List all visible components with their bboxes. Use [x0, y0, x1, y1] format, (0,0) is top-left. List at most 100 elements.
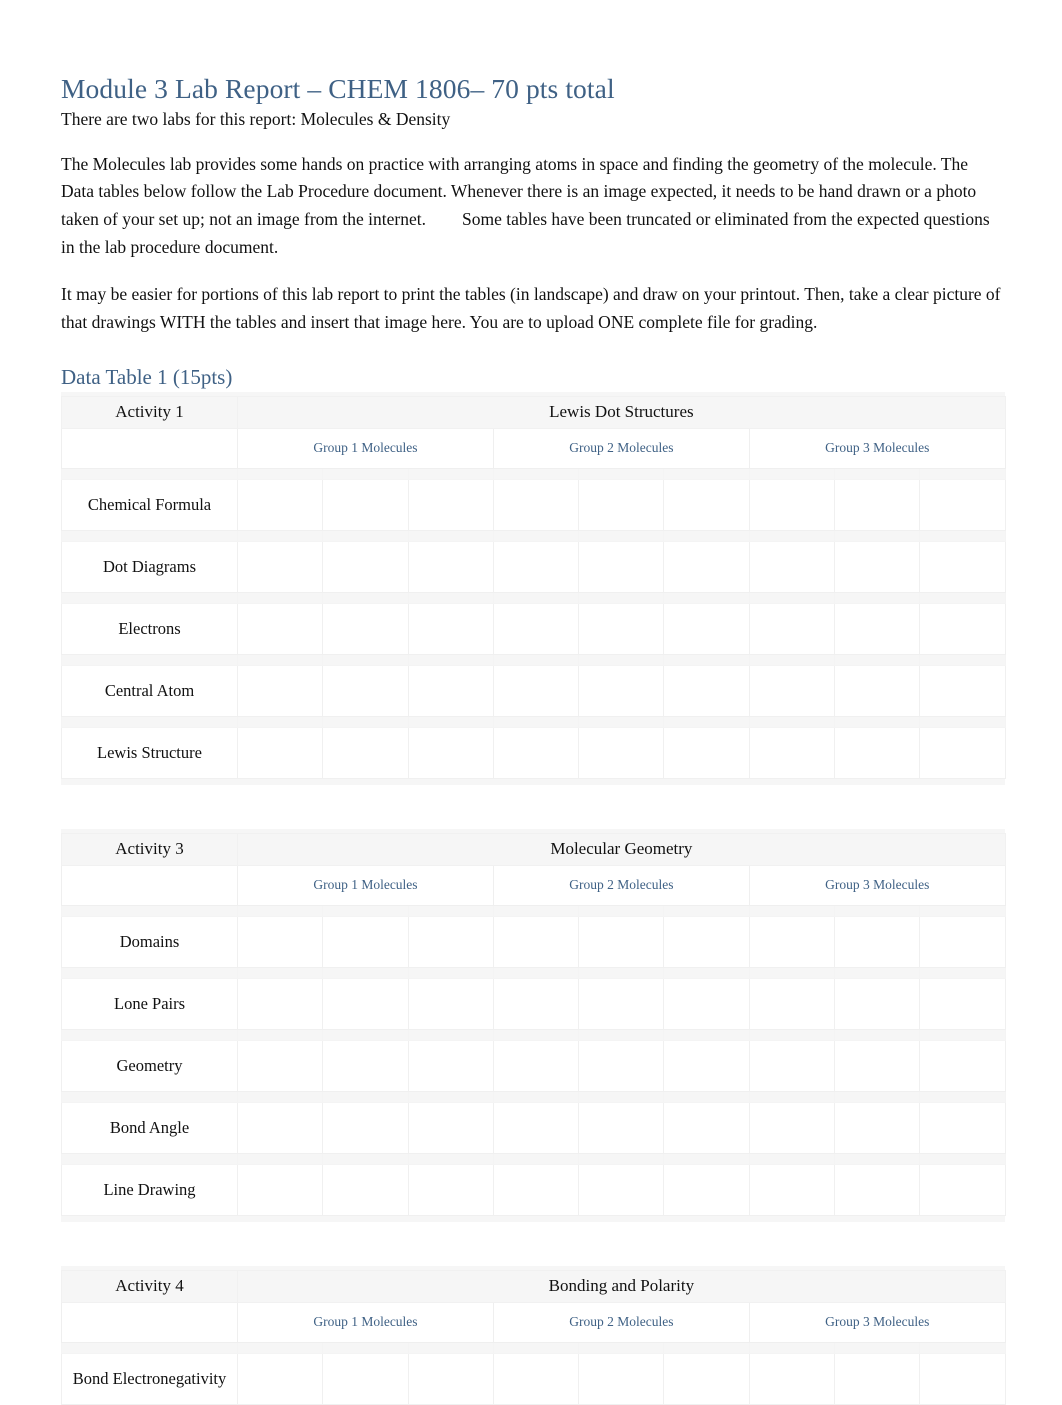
data-cell[interactable] [407, 1039, 494, 1092]
data-cell[interactable] [407, 915, 494, 968]
data-cell[interactable] [578, 1163, 665, 1216]
data-cell[interactable] [748, 540, 836, 593]
data-cell[interactable] [919, 478, 1006, 531]
data-cell[interactable] [919, 977, 1006, 1030]
data-cell[interactable] [407, 540, 494, 593]
data-cell[interactable] [578, 977, 665, 1030]
data-cell[interactable] [578, 602, 665, 655]
data-cell[interactable] [663, 1352, 750, 1405]
data-cell[interactable] [919, 602, 1006, 655]
data-cell[interactable] [322, 726, 409, 779]
data-cell[interactable] [663, 1039, 750, 1092]
data-cell[interactable] [834, 478, 921, 531]
data-cell[interactable] [748, 664, 836, 717]
data-cell[interactable] [492, 977, 580, 1030]
data-cell[interactable] [663, 977, 750, 1030]
data-cell[interactable] [748, 726, 836, 779]
data-cell[interactable] [578, 664, 665, 717]
data-cell[interactable] [492, 602, 580, 655]
data-cell[interactable] [663, 664, 750, 717]
data-cell[interactable] [322, 977, 409, 1030]
data-cell[interactable] [492, 1163, 580, 1216]
data-cell[interactable] [663, 602, 750, 655]
data-cell[interactable] [834, 1352, 921, 1405]
data-cell[interactable] [919, 1163, 1006, 1216]
data-cell[interactable] [748, 1163, 836, 1216]
data-cell[interactable] [407, 1352, 494, 1405]
data-cell[interactable] [834, 1101, 921, 1154]
spacer-cell [578, 653, 665, 666]
data-cell[interactable] [322, 915, 409, 968]
data-cell[interactable] [407, 1163, 494, 1216]
data-cell[interactable] [236, 664, 324, 717]
data-cell[interactable] [748, 478, 836, 531]
data-cell[interactable] [578, 1039, 665, 1092]
data-cell[interactable] [492, 915, 580, 968]
data-cell[interactable] [236, 540, 324, 593]
data-cell[interactable] [748, 1039, 836, 1092]
data-cell[interactable] [236, 602, 324, 655]
data-cell[interactable] [834, 1039, 921, 1092]
data-cell[interactable] [492, 478, 580, 531]
data-cell[interactable] [492, 726, 580, 779]
data-cell[interactable] [322, 478, 409, 531]
data-cell[interactable] [492, 1101, 580, 1154]
data-cell[interactable] [407, 726, 494, 779]
data-cell[interactable] [663, 915, 750, 968]
data-cell[interactable] [407, 478, 494, 531]
data-cell[interactable] [834, 726, 921, 779]
data-cell[interactable] [322, 602, 409, 655]
data-cell[interactable] [322, 1352, 409, 1405]
data-cell[interactable] [236, 915, 324, 968]
data-cell[interactable] [407, 1101, 494, 1154]
data-cell[interactable] [663, 1101, 750, 1154]
data-cell[interactable] [834, 664, 921, 717]
data-cell[interactable] [322, 540, 409, 593]
data-cell[interactable] [492, 1352, 580, 1405]
data-cell[interactable] [748, 915, 836, 968]
data-cell[interactable] [236, 478, 324, 531]
data-cell[interactable] [578, 1101, 665, 1154]
data-cell[interactable] [919, 664, 1006, 717]
data-cell[interactable] [919, 915, 1006, 968]
data-cell[interactable] [834, 540, 921, 593]
data-cell[interactable] [236, 726, 324, 779]
data-cell[interactable] [236, 1039, 324, 1092]
data-cell[interactable] [322, 1039, 409, 1092]
data-cell[interactable] [919, 1101, 1006, 1154]
data-cell[interactable] [407, 977, 494, 1030]
data-cell[interactable] [322, 1101, 409, 1154]
data-cell[interactable] [748, 977, 836, 1030]
data-cell[interactable] [492, 1039, 580, 1092]
data-cell[interactable] [578, 540, 665, 593]
data-cell[interactable] [236, 1352, 324, 1405]
data-cell[interactable] [492, 540, 580, 593]
data-cell[interactable] [919, 1352, 1006, 1405]
data-cell[interactable] [492, 664, 580, 717]
data-cell[interactable] [407, 602, 494, 655]
data-cell[interactable] [748, 1101, 836, 1154]
data-cell[interactable] [663, 478, 750, 531]
data-cell[interactable] [407, 664, 494, 717]
data-cell[interactable] [236, 977, 324, 1030]
data-cell[interactable] [578, 726, 665, 779]
data-cell[interactable] [834, 977, 921, 1030]
data-cell[interactable] [834, 1163, 921, 1216]
data-cell[interactable] [322, 1163, 409, 1216]
data-cell[interactable] [578, 1352, 665, 1405]
data-cell[interactable] [919, 540, 1006, 593]
data-cell[interactable] [919, 726, 1006, 779]
data-cell[interactable] [236, 1101, 324, 1154]
data-cell[interactable] [748, 602, 836, 655]
data-cell[interactable] [578, 478, 665, 531]
data-cell[interactable] [322, 664, 409, 717]
data-cell[interactable] [663, 1163, 750, 1216]
data-cell[interactable] [748, 1352, 836, 1405]
data-cell[interactable] [578, 915, 665, 968]
data-cell[interactable] [834, 602, 921, 655]
data-cell[interactable] [919, 1039, 1006, 1092]
data-cell[interactable] [663, 540, 750, 593]
data-cell[interactable] [236, 1163, 324, 1216]
data-cell[interactable] [834, 915, 921, 968]
data-cell[interactable] [663, 726, 750, 779]
